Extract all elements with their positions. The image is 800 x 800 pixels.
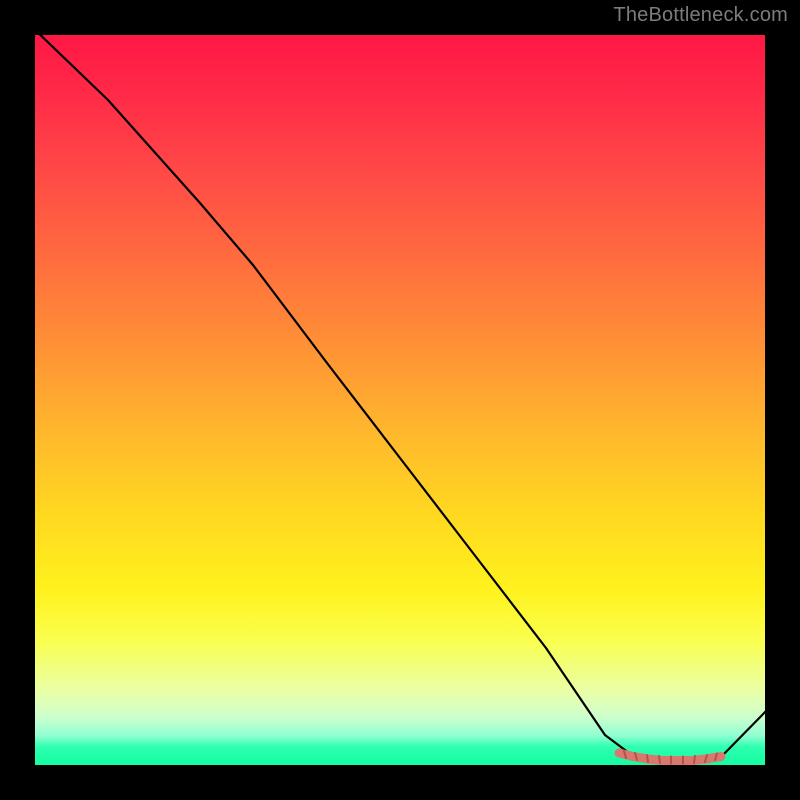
attribution-text: TheBottleneck.com — [613, 4, 788, 27]
bottleneck-chart: TheBottleneck.com — [0, 0, 800, 800]
bottleneck-curve-line — [35, 35, 765, 762]
chart-svg — [35, 35, 765, 765]
plot-area — [35, 35, 765, 765]
